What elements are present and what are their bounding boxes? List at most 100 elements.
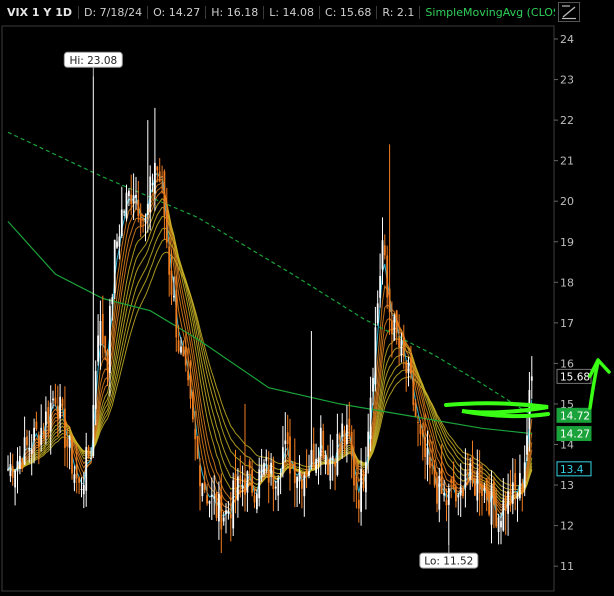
candle-body	[210, 494, 213, 497]
hi-label: Hi: 23.08	[69, 55, 117, 67]
candle-body	[251, 469, 253, 493]
candle-body	[511, 482, 514, 504]
candle-body	[87, 447, 90, 459]
candle-body	[11, 466, 14, 478]
candle-body	[194, 429, 197, 440]
candle-body	[120, 209, 123, 236]
price-label-group: 15.68 14.72 14.27 13.4	[556, 368, 592, 477]
candle-body	[229, 514, 232, 519]
candle-body	[21, 458, 24, 469]
candle-body	[170, 270, 173, 295]
candle-body	[365, 462, 367, 493]
candle-body	[26, 436, 28, 446]
candle-body	[49, 402, 52, 432]
candle-body	[37, 434, 40, 447]
price-label-13.4: 13.4	[560, 464, 584, 476]
candle-body	[104, 336, 107, 353]
candle-body	[42, 430, 45, 434]
candle-body	[144, 218, 147, 223]
candle-body	[317, 457, 320, 463]
candle-body	[139, 213, 142, 226]
candle-body	[272, 460, 275, 490]
candle-body	[196, 436, 199, 459]
candle-body	[263, 463, 265, 475]
lo-label: Lo: 11.52	[424, 556, 473, 568]
candle-body	[286, 432, 289, 445]
candle-body	[239, 475, 242, 484]
symbol-label[interactable]: VIX 1 Y 1D	[0, 6, 78, 19]
price-label-15.68: 15.68	[560, 371, 590, 383]
candle-body	[407, 362, 410, 374]
low-field: L: 14.08	[263, 5, 319, 19]
candle-body	[137, 199, 140, 217]
candle-body	[180, 346, 182, 353]
candle-body	[85, 447, 88, 491]
candle-body	[383, 245, 386, 256]
candle-body	[445, 500, 448, 506]
candle-body	[78, 477, 80, 483]
candle-body	[218, 493, 220, 522]
candle-body	[279, 473, 282, 475]
candle-body	[54, 397, 57, 404]
candle-body	[52, 398, 54, 401]
candle-body	[146, 203, 149, 215]
candle-body	[75, 464, 78, 479]
price-tick-label: 23	[560, 74, 574, 87]
candle-body	[123, 211, 125, 213]
candle-body	[187, 370, 189, 381]
candle-body	[208, 501, 211, 504]
price-label-14.72: 14.72	[560, 410, 590, 422]
candle-body	[291, 463, 294, 465]
candle-body	[419, 424, 422, 434]
candle-body	[417, 422, 419, 423]
candle-body	[523, 462, 526, 488]
candle-body	[101, 313, 104, 345]
candle-body	[360, 469, 362, 512]
candle-body	[151, 183, 154, 186]
candle-body	[367, 431, 370, 457]
candle-body	[158, 171, 161, 182]
candle-body	[222, 517, 225, 522]
candle-body	[173, 295, 175, 298]
candle-body	[97, 335, 99, 362]
price-axis: 1112131415161718192021222324	[554, 33, 574, 573]
zoom-fit-icon	[562, 5, 576, 20]
chart-canvas[interactable]: 1112131415161718192021222324 15.6814.721…	[0, 0, 614, 596]
candle-body	[443, 493, 445, 496]
candle-body	[315, 458, 317, 473]
candle-body	[161, 176, 163, 177]
candle-body	[414, 402, 417, 417]
candle-body	[225, 510, 227, 514]
candle-body	[457, 495, 460, 498]
candle-body	[459, 486, 462, 496]
candle-body	[438, 475, 441, 510]
fit-chart-button[interactable]	[558, 2, 580, 22]
candle-body	[386, 255, 389, 298]
candle-body	[379, 276, 381, 298]
price-tick-label: 20	[560, 195, 574, 208]
candle-body	[440, 467, 443, 494]
moving-average-group	[7, 131, 533, 435]
candle-body	[374, 327, 377, 385]
candle-body	[500, 520, 502, 528]
candle-body	[391, 321, 393, 334]
candle-body	[346, 424, 348, 444]
candle-body	[355, 476, 358, 491]
candle-body	[201, 483, 204, 497]
candle-body	[507, 491, 509, 514]
candle-body	[362, 473, 365, 489]
study-label[interactable]: SimpleMovingAvg (CLOSE, 200, 0,...	[419, 5, 555, 19]
candle-body	[402, 338, 405, 357]
candle-body	[220, 492, 223, 530]
candle-body	[412, 378, 415, 405]
candle-body	[14, 470, 16, 488]
price-tick-label: 22	[560, 114, 574, 127]
candle-body	[324, 454, 327, 465]
candle-body	[19, 455, 21, 469]
candle-body	[514, 473, 517, 490]
candle-body	[23, 437, 26, 465]
candle-body	[213, 496, 216, 499]
candle-body	[256, 493, 258, 510]
candle-body	[234, 473, 237, 495]
candle-body	[429, 456, 431, 468]
